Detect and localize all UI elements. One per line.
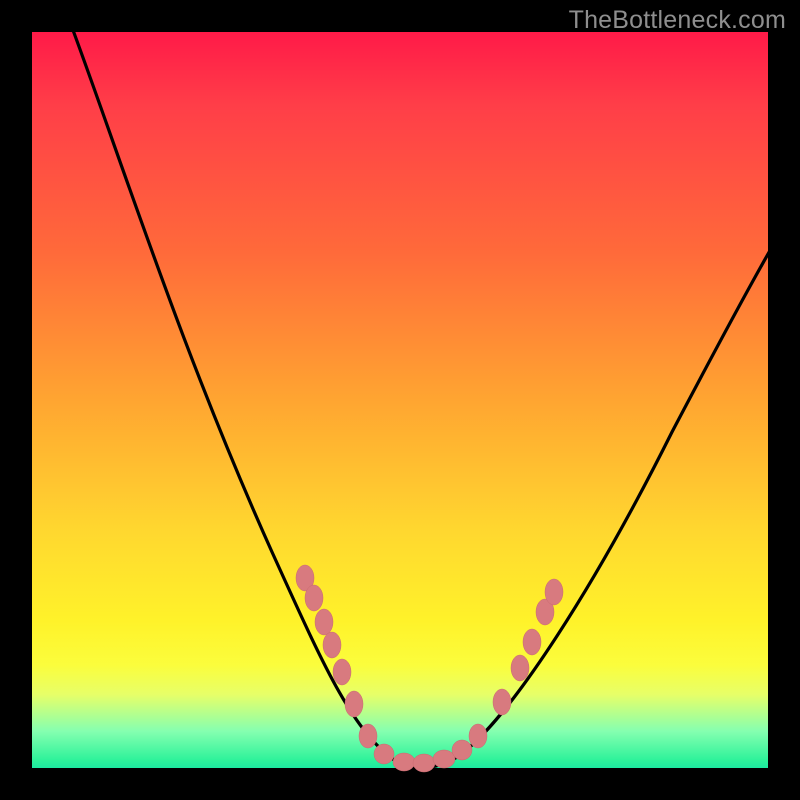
marker-group <box>296 565 563 772</box>
watermark-text: TheBottleneck.com <box>569 6 786 35</box>
bottleneck-curve <box>70 22 772 768</box>
chart-svg <box>32 32 768 768</box>
plot-area <box>32 32 768 768</box>
outer-frame: TheBottleneck.com <box>0 0 800 800</box>
